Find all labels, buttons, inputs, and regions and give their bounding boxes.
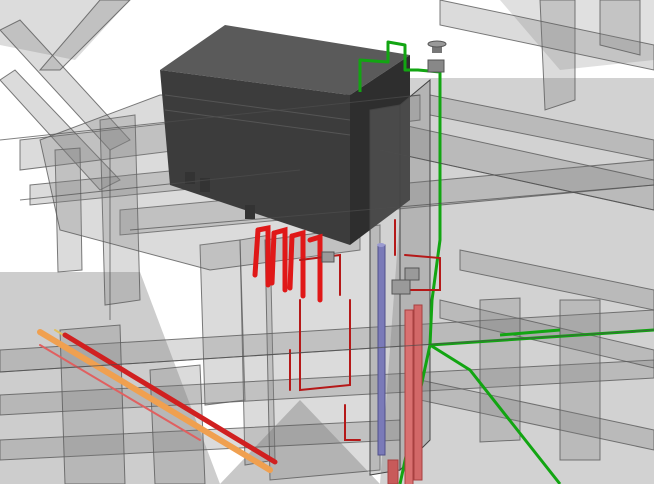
- blue-vertical-pipe: [377, 243, 386, 456]
- 3d-mep-scene: [0, 0, 654, 484]
